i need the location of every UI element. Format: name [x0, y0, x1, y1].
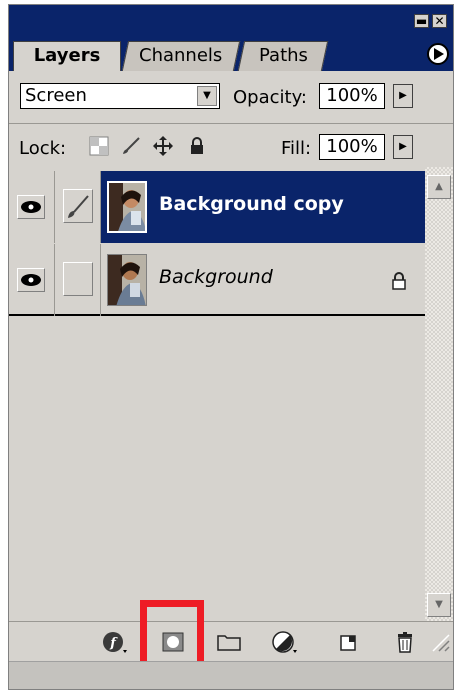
lock-label: Lock:: [19, 138, 67, 159]
lock-transparency-icon[interactable]: [89, 136, 109, 156]
eye-icon[interactable]: [17, 268, 45, 292]
bottom-toolbar: f: [9, 621, 453, 660]
lock-icon: [392, 272, 406, 290]
layer-name: Background: [159, 266, 273, 288]
layers-scrollbar[interactable]: ▲ ▼: [425, 167, 453, 621]
empty-link-box: [63, 262, 93, 296]
status-strip: [9, 661, 453, 689]
chevron-down-icon[interactable]: ▼: [197, 86, 217, 106]
lock-row: Lock: Fill: 100% ▶: [9, 123, 453, 164]
new-layer-icon[interactable]: [335, 630, 363, 654]
visibility-cell[interactable]: [9, 171, 55, 243]
opacity-label: Opacity:: [233, 87, 307, 108]
new-group-folder-icon[interactable]: [215, 630, 243, 654]
paint-brush-icon: [63, 189, 93, 223]
panel-menu-button[interactable]: [427, 43, 449, 65]
close-button[interactable]: ✕: [432, 14, 447, 28]
minimize-button[interactable]: ▬: [414, 14, 429, 28]
layer-main[interactable]: Background: [101, 244, 425, 316]
tab-channels-label: Channels: [139, 45, 223, 66]
tab-paths[interactable]: Paths: [237, 41, 329, 71]
adjustment-layer-icon[interactable]: [271, 630, 299, 654]
link-cell[interactable]: [55, 171, 101, 243]
fill-label: Fill:: [281, 138, 312, 159]
link-cell[interactable]: [55, 244, 101, 316]
fill-input[interactable]: 100%: [319, 134, 385, 160]
play-arrow-icon: [434, 48, 444, 60]
opacity-slider-button[interactable]: ▶: [393, 84, 413, 108]
lock-all-icon[interactable]: [187, 136, 207, 156]
lock-paint-brush-icon[interactable]: [121, 136, 141, 156]
trash-icon[interactable]: [391, 630, 419, 654]
opacity-input[interactable]: 100%: [319, 83, 385, 109]
layers-list: Background copy Background: [9, 167, 425, 621]
layer-row[interactable]: Background copy: [9, 171, 425, 243]
resize-grip-icon[interactable]: [429, 631, 451, 653]
panel-tab-bar: Layers Channels Paths: [9, 35, 453, 71]
layers-panel: ▬ ✕ Layers Channels Paths Screen ▼ Opaci…: [8, 4, 454, 690]
visibility-cell[interactable]: [9, 244, 55, 316]
scroll-up-button[interactable]: ▲: [427, 175, 451, 199]
tab-paths-label: Paths: [258, 45, 308, 66]
layer-main[interactable]: Background copy: [101, 171, 425, 243]
lock-move-icon[interactable]: [153, 136, 173, 156]
tab-channels[interactable]: Channels: [121, 41, 241, 71]
blend-row: Screen ▼ Opacity: 100% ▶: [9, 71, 453, 117]
tab-layers[interactable]: Layers: [13, 41, 121, 71]
panel-title-bar[interactable]: ▬ ✕: [9, 5, 453, 35]
layer-thumbnail: [107, 181, 147, 233]
layer-row[interactable]: Background: [9, 244, 425, 316]
blend-mode-value: Screen: [25, 85, 87, 106]
layer-style-icon[interactable]: f: [101, 630, 129, 654]
scroll-down-button[interactable]: ▼: [427, 593, 451, 617]
fill-slider-button[interactable]: ▶: [393, 135, 413, 159]
layer-name: Background copy: [159, 193, 344, 215]
layer-thumbnail: [107, 254, 147, 306]
blend-mode-select[interactable]: Screen ▼: [20, 83, 220, 109]
eye-icon[interactable]: [17, 195, 45, 219]
highlight-annotation-box: [140, 600, 204, 668]
